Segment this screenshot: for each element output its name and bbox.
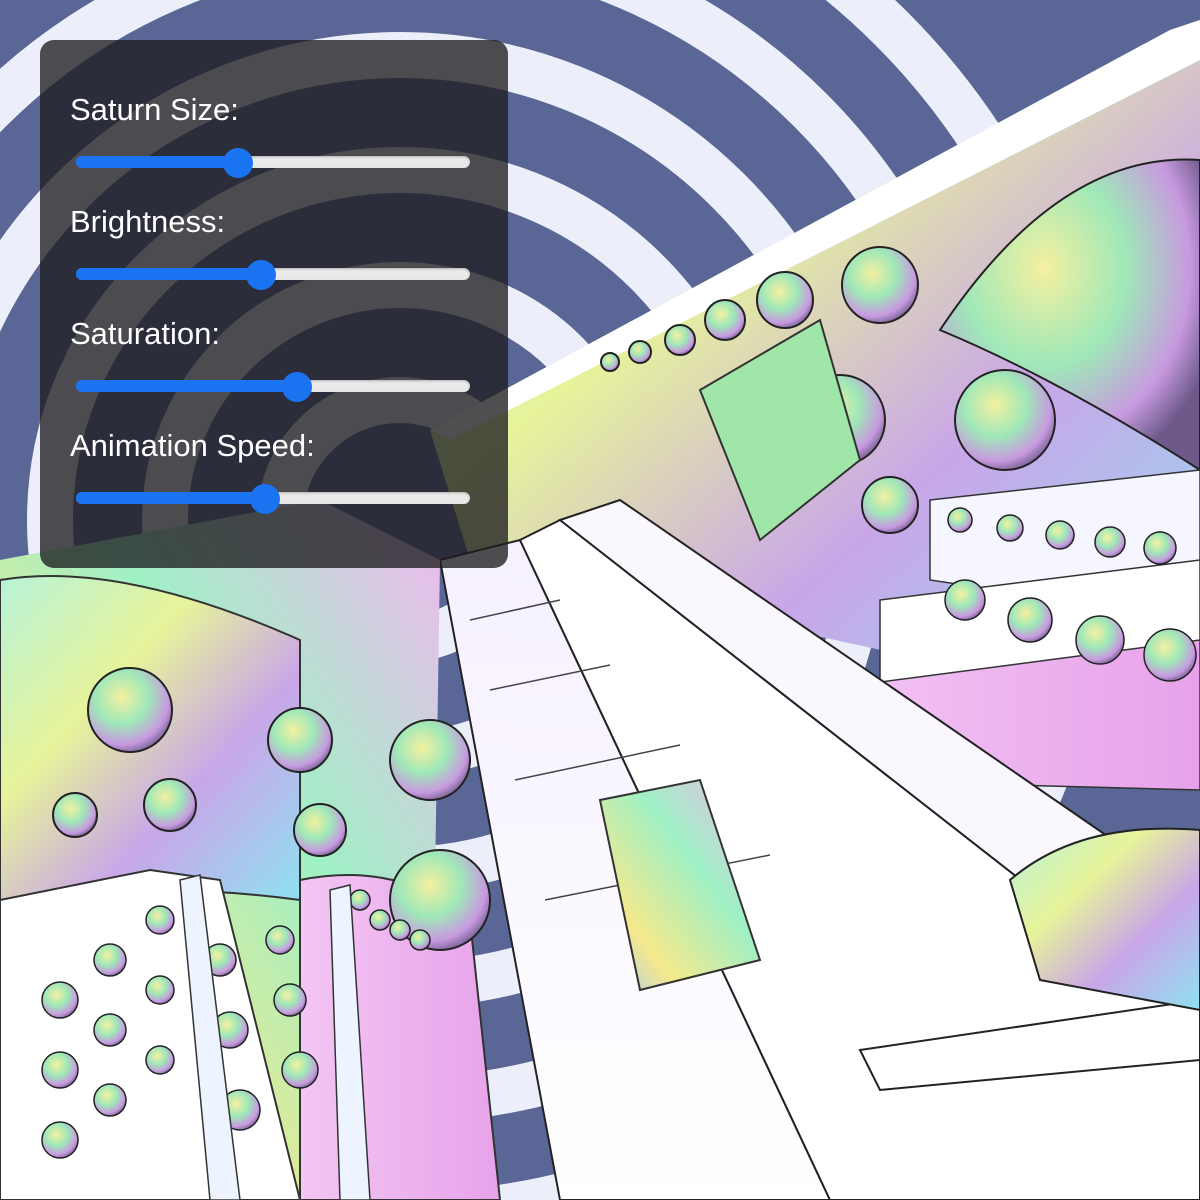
slider-thumb[interactable]	[222, 148, 253, 178]
saturn-size-slider[interactable]	[76, 148, 476, 178]
control-brightness: Brightness:	[70, 204, 476, 290]
slider-fill	[76, 492, 266, 504]
brightness-slider[interactable]	[76, 260, 476, 290]
slider-fill	[76, 268, 262, 280]
saturation-slider[interactable]	[76, 372, 476, 402]
slider-fill	[76, 156, 238, 168]
saturn-size-label: Saturn Size:	[70, 92, 239, 127]
animation-speed-label: Animation Speed:	[70, 428, 315, 463]
control-saturation: Saturation:	[70, 316, 476, 402]
control-saturn-size: Saturn Size:	[70, 92, 476, 178]
control-animation-speed: Animation Speed:	[70, 428, 476, 514]
slider-thumb[interactable]	[250, 484, 281, 514]
animation-speed-slider[interactable]	[76, 484, 476, 514]
controls-panel: Saturn Size: Brightness: Saturation: Ani…	[40, 40, 508, 568]
slider-thumb[interactable]	[281, 372, 312, 402]
slider-thumb[interactable]	[246, 260, 277, 290]
brightness-label: Brightness:	[70, 204, 226, 239]
slider-fill	[76, 380, 297, 392]
saturation-label: Saturation:	[70, 316, 220, 351]
